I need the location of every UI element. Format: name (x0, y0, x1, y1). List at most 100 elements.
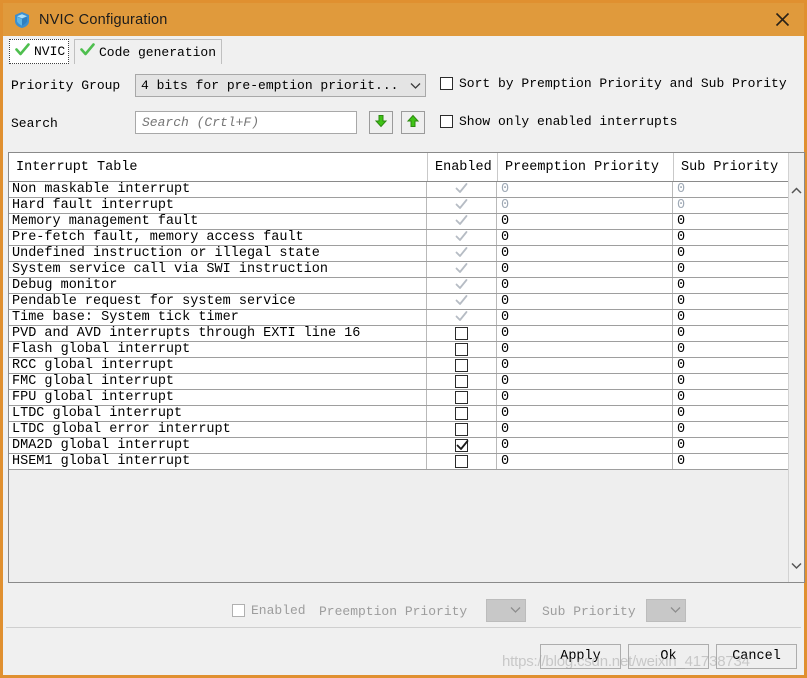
cell-interrupt-name: Time base: System tick timer (9, 310, 427, 325)
column-header-interrupt-table[interactable]: Interrupt Table (9, 153, 427, 181)
cell-sub-priority[interactable]: 0 (673, 438, 788, 453)
cell-sub-priority[interactable]: 0 (673, 246, 788, 261)
cell-preemption-priority[interactable]: 0 (497, 454, 673, 469)
cell-enabled-checkbox[interactable] (427, 454, 497, 469)
cell-enabled-checkbox[interactable] (427, 230, 497, 245)
cell-preemption-priority[interactable]: 0 (497, 246, 673, 261)
cell-sub-priority[interactable]: 0 (673, 342, 788, 357)
sort-by-priority-checkbox[interactable]: Sort by Premption Priority and Sub Prori… (440, 76, 787, 91)
table-row[interactable]: RCC global interrupt 0 0 (9, 358, 788, 374)
cell-enabled-checkbox[interactable] (427, 438, 497, 453)
cell-sub-priority[interactable]: 0 (673, 214, 788, 229)
search-input[interactable] (135, 111, 357, 134)
cell-sub-priority[interactable]: 0 (673, 182, 788, 197)
cell-sub-priority[interactable]: 0 (673, 198, 788, 213)
table-vertical-scrollbar[interactable] (788, 153, 804, 582)
cell-enabled-checkbox[interactable] (427, 422, 497, 437)
cell-sub-priority[interactable]: 0 (673, 230, 788, 245)
cell-preemption-priority[interactable]: 0 (497, 342, 673, 357)
table-row[interactable]: Time base: System tick timer 0 0 (9, 310, 788, 326)
cell-sub-priority[interactable]: 0 (673, 310, 788, 325)
cell-preemption-priority[interactable]: 0 (497, 438, 673, 453)
checkbox-box (232, 604, 245, 617)
cell-preemption-priority[interactable]: 0 (497, 214, 673, 229)
cell-preemption-priority[interactable]: 0 (497, 198, 673, 213)
cell-interrupt-name: Debug monitor (9, 278, 427, 293)
chevron-down-icon[interactable] (789, 558, 804, 574)
cell-preemption-priority[interactable]: 0 (497, 310, 673, 325)
cell-preemption-priority[interactable]: 0 (497, 374, 673, 389)
table-row[interactable]: Non maskable interrupt 0 0 (9, 182, 788, 198)
cell-enabled-checkbox[interactable] (427, 326, 497, 341)
table-row[interactable]: Debug monitor 0 0 (9, 278, 788, 294)
cell-preemption-priority[interactable]: 0 (497, 294, 673, 309)
cell-enabled-checkbox[interactable] (427, 342, 497, 357)
cell-preemption-priority[interactable]: 0 (497, 278, 673, 293)
cell-sub-priority[interactable]: 0 (673, 262, 788, 277)
table-row[interactable]: Memory management fault 0 0 (9, 214, 788, 230)
search-prev-button[interactable] (401, 111, 425, 134)
cell-preemption-priority[interactable]: 0 (497, 358, 673, 373)
table-row[interactable]: PVD and AVD interrupts through EXTI line… (9, 326, 788, 342)
table-row[interactable]: Flash global interrupt 0 0 (9, 342, 788, 358)
column-header-sub-priority[interactable]: Sub Priority (673, 153, 788, 181)
cell-sub-priority[interactable]: 0 (673, 294, 788, 309)
cell-sub-priority[interactable]: 0 (673, 422, 788, 437)
cell-enabled-checkbox[interactable] (427, 262, 497, 277)
tab-code-generation[interactable]: Code generation (74, 39, 222, 64)
cell-sub-priority[interactable]: 0 (673, 278, 788, 293)
priority-group-select[interactable]: 4 bits for pre-emption priorit... (135, 74, 426, 97)
table-row[interactable]: System service call via SWI instruction 0… (9, 262, 788, 278)
table-row[interactable]: LTDC global interrupt 0 0 (9, 406, 788, 422)
cell-sub-priority[interactable]: 0 (673, 326, 788, 341)
cell-enabled-checkbox[interactable] (427, 390, 497, 405)
table-row[interactable]: DMA2D global interrupt 0 0 (9, 438, 788, 454)
cell-interrupt-name: Pendable request for system service (9, 294, 427, 309)
chevron-up-icon[interactable] (789, 183, 804, 199)
checkbox-checked-icon (455, 311, 468, 324)
table-row[interactable]: Undefined instruction or illegal state 0 0 (9, 246, 788, 262)
cell-preemption-priority[interactable]: 0 (497, 390, 673, 405)
cell-preemption-priority[interactable]: 0 (497, 262, 673, 277)
table-row[interactable]: LTDC global error interrupt 0 0 (9, 422, 788, 438)
cell-preemption-priority[interactable]: 0 (497, 182, 673, 197)
search-next-button[interactable] (369, 111, 393, 134)
table-row[interactable]: HSEM1 global interrupt 0 0 (9, 454, 788, 470)
cell-preemption-priority[interactable]: 0 (497, 326, 673, 341)
green-check-icon (15, 42, 30, 61)
cell-enabled-checkbox[interactable] (427, 374, 497, 389)
cell-enabled-checkbox[interactable] (427, 246, 497, 261)
cell-preemption-priority[interactable]: 0 (497, 422, 673, 437)
column-header-preemption[interactable]: Preemption Priority (497, 153, 673, 181)
cell-sub-priority[interactable]: 0 (673, 406, 788, 421)
cell-enabled-checkbox[interactable] (427, 406, 497, 421)
cell-enabled-checkbox[interactable] (427, 278, 497, 293)
cell-sub-priority[interactable]: 0 (673, 454, 788, 469)
checkbox-box (455, 407, 468, 420)
cell-enabled-checkbox[interactable] (427, 294, 497, 309)
cell-enabled-checkbox[interactable] (427, 310, 497, 325)
cell-preemption-priority[interactable]: 0 (497, 406, 673, 421)
ok-button[interactable]: Ok (628, 644, 709, 669)
apply-button[interactable]: Apply (540, 644, 621, 669)
table-row[interactable]: FMC global interrupt 0 0 (9, 374, 788, 390)
table-row[interactable]: Hard fault interrupt 0 0 (9, 198, 788, 214)
cell-enabled-checkbox[interactable] (427, 198, 497, 213)
cancel-button[interactable]: Cancel (716, 644, 797, 669)
cell-interrupt-name: FPU global interrupt (9, 390, 427, 405)
title-bar: NVIC Configuration (3, 3, 804, 36)
cell-enabled-checkbox[interactable] (427, 182, 497, 197)
cell-enabled-checkbox[interactable] (427, 214, 497, 229)
cell-sub-priority[interactable]: 0 (673, 374, 788, 389)
column-header-enabled[interactable]: Enabled (427, 153, 497, 181)
cell-sub-priority[interactable]: 0 (673, 390, 788, 405)
table-row[interactable]: Pre-fetch fault, memory access fault 0 0 (9, 230, 788, 246)
table-row[interactable]: Pendable request for system service 0 0 (9, 294, 788, 310)
table-row[interactable]: FPU global interrupt 0 0 (9, 390, 788, 406)
tab-nvic[interactable]: NVIC (9, 39, 69, 64)
close-icon[interactable] (760, 3, 804, 36)
cell-sub-priority[interactable]: 0 (673, 358, 788, 373)
show-only-enabled-checkbox[interactable]: Show only enabled interrupts (440, 114, 677, 129)
cell-enabled-checkbox[interactable] (427, 358, 497, 373)
cell-preemption-priority[interactable]: 0 (497, 230, 673, 245)
